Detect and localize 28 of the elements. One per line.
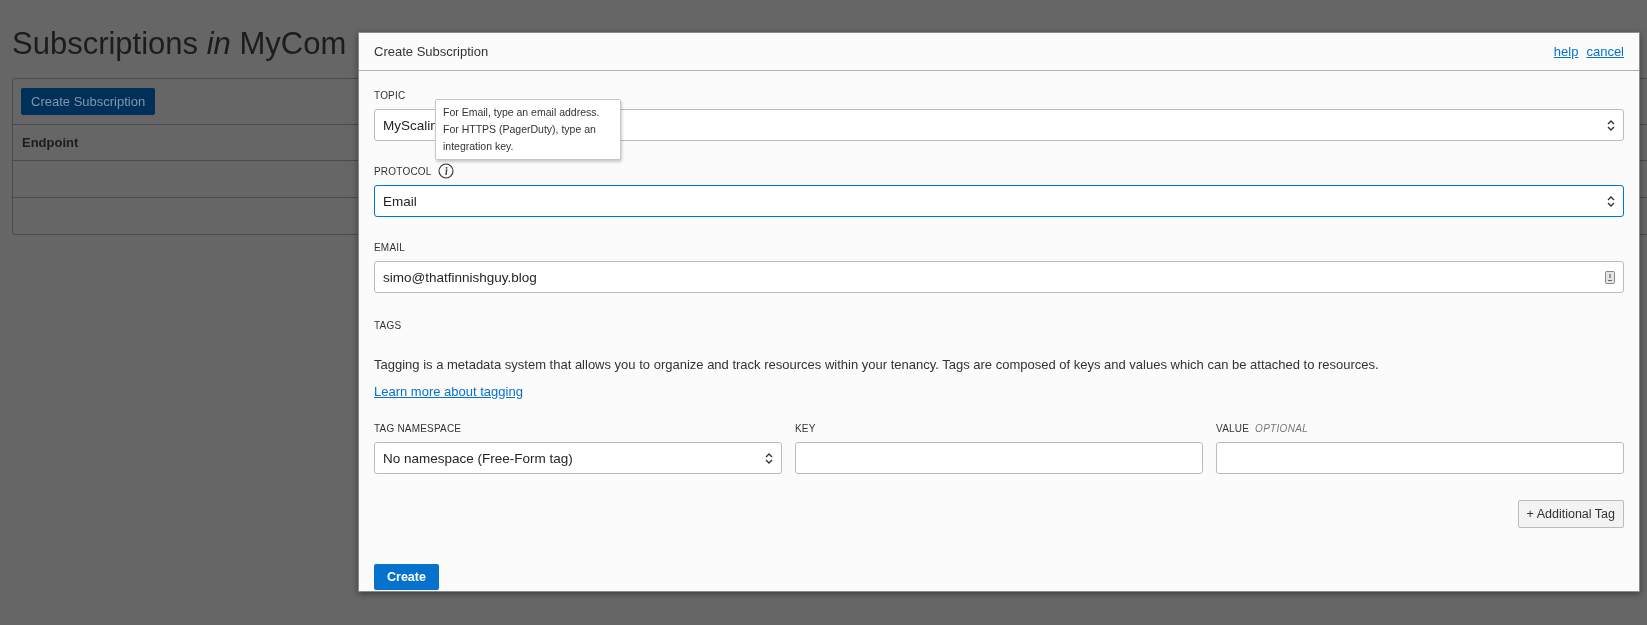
- field-label: VALUE: [1216, 422, 1250, 434]
- select-field[interactable]: No namespace (Free-Form tag): [374, 442, 782, 474]
- input-field[interactable]: [795, 442, 1203, 474]
- field-badge-icon: [1605, 270, 1615, 284]
- page-title: Subscriptions in MyCom: [12, 26, 347, 62]
- dialog-title: Create Subscription: [374, 44, 489, 59]
- tags-description: Tagging is a metadata system that allows you to organize and track resources within your tenancy. Tags are composed of keys and values which can be attached to resources.: [374, 357, 1380, 372]
- optional-label: OPTIONAL: [1255, 422, 1309, 434]
- create-subscription-button[interactable]: Create Subscription: [21, 88, 156, 115]
- header-link[interactable]: help: [1553, 44, 1579, 59]
- input-field[interactable]: simo@thatfinnishguy.blog: [374, 261, 1624, 293]
- section-label: TAGS: [374, 319, 402, 331]
- field-label: TOPIC: [374, 89, 406, 101]
- select-field[interactable]: Email: [374, 185, 1624, 217]
- field-label: PROTOCOL: [374, 165, 432, 177]
- field-label: TAG NAMESPACE: [374, 422, 462, 434]
- chevron-up-down-icon: [765, 451, 773, 465]
- tooltip: For Email, type an email address. For HTTPS (PagerDuty), type an integration key.: [435, 99, 621, 160]
- header-link[interactable]: cancel: [1586, 44, 1624, 59]
- chevron-up-down-icon: [1607, 118, 1615, 132]
- create-button[interactable]: Create: [374, 564, 439, 590]
- field-label: KEY: [795, 422, 816, 434]
- field-label: EMAIL: [374, 241, 405, 253]
- additional-tag-button[interactable]: + Additional Tag: [1517, 500, 1624, 528]
- chevron-up-down-icon: [1607, 194, 1615, 208]
- input-field[interactable]: [1216, 442, 1624, 474]
- info-icon[interactable]: [437, 163, 454, 179]
- learn-more-link[interactable]: Learn more about tagging: [374, 384, 523, 399]
